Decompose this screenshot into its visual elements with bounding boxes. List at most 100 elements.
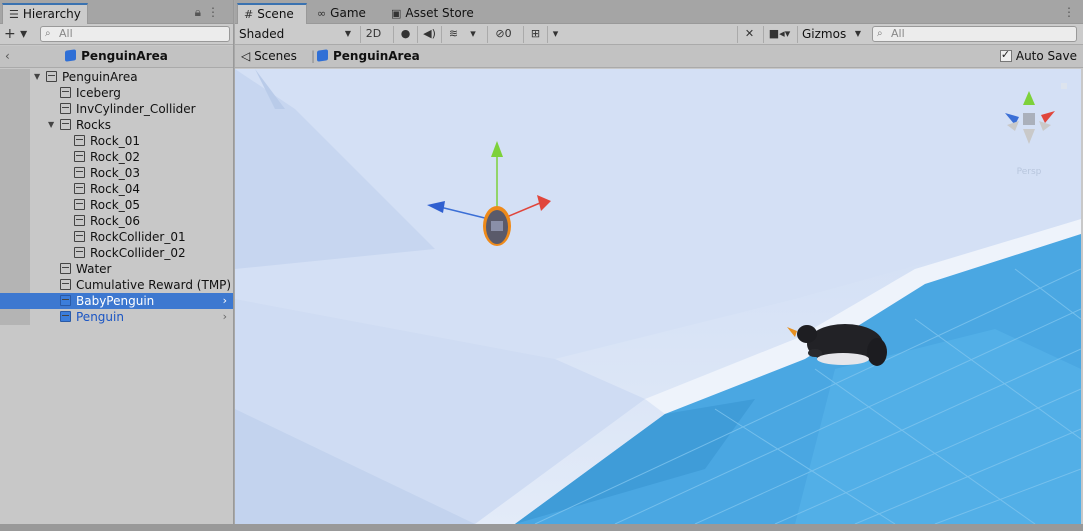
hierarchy-gutter: [0, 229, 30, 245]
hierarchy-search-input[interactable]: ⌕ All: [40, 26, 230, 42]
lightbulb-icon: ●: [400, 27, 411, 40]
back-chevron-icon[interactable]: ‹: [5, 46, 10, 67]
hierarchy-tab-label: Hierarchy: [22, 7, 81, 21]
effects-toggle-button[interactable]: ≋: [441, 26, 465, 43]
lock-icon[interactable]: 🔒︎: [195, 5, 207, 19]
hierarchy-gutter: [0, 149, 30, 165]
hierarchy-item-label: Penguin: [76, 310, 124, 324]
hierarchy-item-label: BabyPenguin: [76, 294, 155, 308]
hierarchy-item-label: InvCylinder_Collider: [76, 102, 196, 116]
expand-arrow-icon[interactable]: ▼: [48, 117, 54, 133]
gizmo-lock[interactable]: [1061, 83, 1067, 89]
camera-dropdown-button[interactable]: ■◂▾: [763, 26, 795, 43]
bag-icon: ▣: [391, 7, 402, 20]
kebab-menu-icon[interactable]: ⋮: [207, 5, 225, 19]
prefab-cube-icon: [65, 49, 77, 62]
hierarchy-item[interactable]: Iceberg: [0, 85, 233, 101]
tab-scene[interactable]: # Scene: [237, 3, 307, 24]
gameobject-cube-icon: [46, 71, 57, 82]
gameobject-cube-icon: [60, 279, 71, 290]
game-tab-label: Game: [330, 6, 366, 20]
hierarchy-item[interactable]: ▼ Rocks: [0, 117, 233, 133]
hierarchy-tree: ▼ PenguinArea Iceberg InvCylinder_Collider ▼…: [0, 69, 233, 325]
lighting-toggle-button[interactable]: ●: [393, 26, 417, 43]
audio-toggle-button[interactable]: ◀): [417, 26, 441, 43]
breadcrumb-current-label: PenguinArea: [333, 49, 420, 63]
toggle-2d-button[interactable]: 2D: [360, 26, 386, 43]
hierarchy-item[interactable]: Cumulative Reward (TMP): [0, 277, 233, 293]
hierarchy-item[interactable]: Penguin ›: [0, 309, 233, 325]
gameobject-cube-icon: [74, 151, 85, 162]
chevron-down-icon: ▾: [552, 27, 559, 40]
kebab-menu-icon[interactable]: ⋮: [1063, 5, 1075, 19]
gameobject-cube-icon: [74, 135, 85, 146]
shading-mode-dropdown[interactable]: Shaded ▼: [235, 26, 353, 43]
expand-arrow-icon[interactable]: ▼: [34, 69, 40, 85]
breadcrumb-scenes[interactable]: ◁ Scenes: [241, 45, 297, 67]
hierarchy-item-label: PenguinArea: [62, 70, 138, 84]
camera-icon: ■◂▾: [768, 27, 791, 40]
hierarchy-item[interactable]: Rock_02: [0, 149, 233, 165]
hierarchy-item-label: Rock_05: [90, 198, 140, 212]
hierarchy-item-label: RockCollider_01: [90, 230, 186, 244]
hierarchy-item-label: Water: [76, 262, 112, 276]
chevron-down-icon: ▼: [854, 29, 861, 38]
hierarchy-gutter: [0, 309, 30, 325]
hierarchy-gutter: [0, 69, 30, 85]
gizmos-label: Gizmos: [802, 27, 847, 41]
layers-icon: ≋: [448, 27, 459, 40]
hierarchy-gutter: [0, 133, 30, 149]
gameobject-cube-icon: [60, 87, 71, 98]
gameobject-cube-icon: [60, 263, 71, 274]
grid-snapping-button[interactable]: ⊞: [523, 26, 547, 43]
tools-button[interactable]: ✕: [737, 26, 761, 43]
create-dropdown-button[interactable]: + ▾: [4, 25, 27, 43]
hierarchy-gutter: [0, 101, 30, 117]
hierarchy-item[interactable]: RockCollider_01: [0, 229, 233, 245]
hierarchy-item[interactable]: ▼ PenguinArea: [0, 69, 233, 85]
hierarchy-item-label: Rock_06: [90, 214, 140, 228]
hierarchy-item[interactable]: Rock_01: [0, 133, 233, 149]
scene-visibility-button[interactable]: ⊘0: [487, 26, 519, 43]
search-icon: ⌕: [877, 28, 883, 39]
breadcrumb-current[interactable]: PenguinArea: [317, 45, 420, 67]
search-icon: ⌕: [45, 28, 51, 39]
gizmos-dropdown[interactable]: Gizmos ▼: [797, 26, 863, 43]
hierarchy-gutter: [0, 117, 30, 133]
grid-dropdown-button[interactable]: ▾: [547, 26, 563, 43]
shading-mode-value: Shaded: [239, 27, 285, 41]
hierarchy-item[interactable]: InvCylinder_Collider: [0, 101, 233, 117]
toggle-2d-label: 2D: [365, 27, 382, 40]
tab-hierarchy[interactable]: ☰ Hierarchy: [2, 3, 88, 24]
gameobject-cube-icon: [74, 167, 85, 178]
auto-save-toggle[interactable]: Auto Save: [999, 48, 1077, 63]
scene-search-input[interactable]: ⌕ All: [872, 26, 1077, 42]
auto-save-checkbox[interactable]: [999, 48, 1012, 62]
hierarchy-item[interactable]: RockCollider_02: [0, 245, 233, 261]
gizmo-center-cube[interactable]: [1023, 113, 1035, 125]
hierarchy-gutter: [0, 85, 30, 101]
open-prefab-chevron-icon[interactable]: ›: [223, 309, 227, 325]
hierarchy-item[interactable]: Rock_05: [0, 197, 233, 213]
hierarchy-gutter: [0, 293, 30, 309]
gameobject-cube-icon: [74, 215, 85, 226]
asset-store-tab-label: Asset Store: [405, 6, 474, 20]
tab-asset-store[interactable]: ▣ Asset Store: [385, 4, 480, 25]
scene-panel: # Scene ∞ Game ▣ Asset Store ⋮ Shaded ▼ 2D ●…: [235, 0, 1083, 524]
open-prefab-chevron-icon[interactable]: ›: [223, 293, 227, 309]
hierarchy-item[interactable]: Rock_03: [0, 165, 233, 181]
tab-game[interactable]: ∞ Game: [311, 4, 372, 25]
scene-viewport[interactable]: Persp: [235, 69, 1081, 524]
eye-slash-icon: ⊘: [495, 27, 505, 40]
hierarchy-item[interactable]: Rock_04: [0, 181, 233, 197]
gamepad-icon: ∞: [317, 7, 327, 20]
hierarchy-item[interactable]: BabyPenguin ›: [0, 293, 233, 309]
hierarchy-item[interactable]: Rock_06: [0, 213, 233, 229]
scene-tabbar: # Scene ∞ Game ▣ Asset Store ⋮: [235, 0, 1083, 24]
effects-dropdown-button[interactable]: ▾: [465, 26, 481, 43]
hierarchy-gutter: [0, 165, 30, 181]
hierarchy-panel: ☰ Hierarchy 🔒︎⋮ + ▾ ⌕ All ‹ PenguinArea ▼…: [0, 0, 234, 524]
hidden-objects-count: 0: [504, 27, 512, 40]
hierarchy-item[interactable]: Water: [0, 261, 233, 277]
wrench-icon: ✕: [744, 27, 755, 40]
